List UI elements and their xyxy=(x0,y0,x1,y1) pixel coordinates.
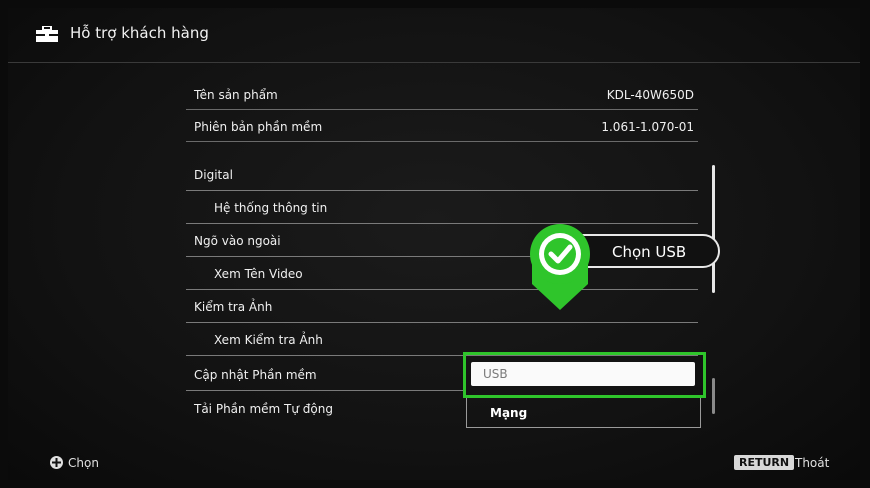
footer-exit-label: Thoát xyxy=(795,456,830,470)
option-network-label: Mạng xyxy=(490,406,528,420)
info-label: Phiên bản phần mềm xyxy=(194,120,323,134)
menu-item-label: Ngõ vào ngoài xyxy=(194,234,281,248)
option-usb[interactable]: USB xyxy=(471,362,695,386)
footer: Chọn RETURN Thoát xyxy=(8,448,860,478)
menu-item-label: Hệ thống thông tin xyxy=(214,201,328,215)
check-badge-icon xyxy=(530,224,590,310)
menu-item-label: Cập nhật Phần mềm xyxy=(194,368,317,382)
scrollbar-track xyxy=(712,378,715,414)
menu-item-label: Kiểm tra Ảnh xyxy=(194,300,273,314)
return-key[interactable]: RETURN xyxy=(734,455,795,470)
header: Hỗ trợ khách hàng xyxy=(8,8,860,62)
callout-choose-usb: Chọn USB xyxy=(528,222,720,314)
menu-item-digital[interactable]: Digital xyxy=(186,158,698,191)
toolbox-icon xyxy=(36,26,58,42)
callout-text: Chọn USB xyxy=(612,243,687,261)
option-network[interactable]: Mạng xyxy=(466,398,701,428)
info-value: 1.061-1.070-01 xyxy=(601,120,694,134)
dpad-icon xyxy=(50,456,63,469)
info-row-product-name: Tên sản phẩm KDL-40W650D xyxy=(186,80,698,110)
footer-select-label: Chọn xyxy=(68,456,99,470)
info-value: KDL-40W650D xyxy=(606,88,694,102)
menu-item-system-info[interactable]: Hệ thống thông tin xyxy=(186,191,698,224)
tv-screen: Hỗ trợ khách hàng Tên sản phẩm KDL-40W65… xyxy=(8,8,860,480)
info-row-software-version: Phiên bản phần mềm 1.061-1.070-01 xyxy=(186,112,698,142)
update-source-dropdown[interactable]: USB Mạng xyxy=(463,352,706,434)
menu-item-label: Xem Kiểm tra Ảnh xyxy=(214,333,323,347)
header-divider xyxy=(8,62,860,63)
menu-item-label: Tải Phần mềm Tự động xyxy=(194,402,333,416)
divider xyxy=(186,141,698,142)
menu-item-label: Xem Tên Video xyxy=(214,267,303,281)
divider xyxy=(186,390,463,391)
menu-item-label: Digital xyxy=(194,168,233,182)
page-title: Hỗ trợ khách hàng xyxy=(70,24,209,42)
info-label: Tên sản phẩm xyxy=(194,88,278,102)
divider xyxy=(186,109,698,110)
